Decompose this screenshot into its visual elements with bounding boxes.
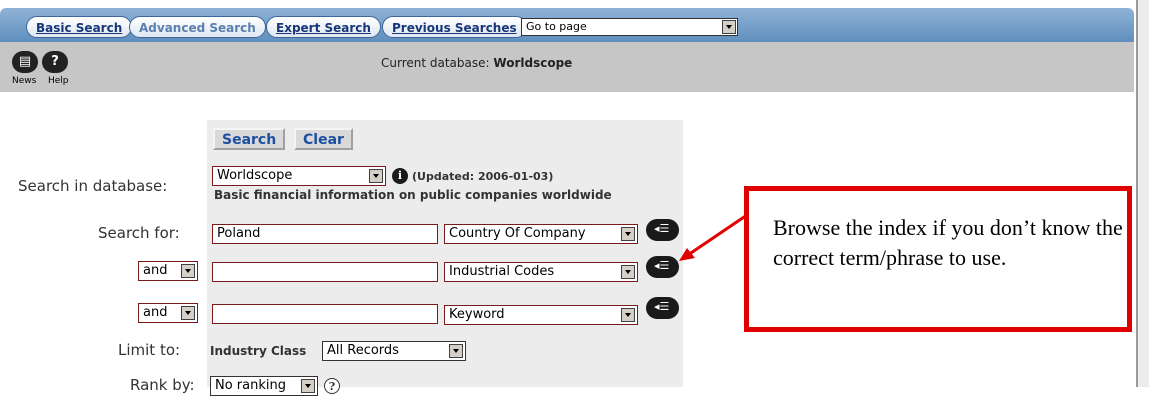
- tab-basic-search[interactable]: Basic Search: [26, 16, 133, 38]
- chevron-down-icon[interactable]: [722, 20, 736, 34]
- chevron-down-icon[interactable]: [621, 265, 635, 279]
- operator-2-select[interactable]: and: [138, 261, 198, 281]
- annotation-callout: Browse the index if you don’t know the c…: [744, 186, 1132, 332]
- chevron-down-icon[interactable]: [369, 169, 383, 183]
- industry-class-select[interactable]: All Records: [322, 341, 466, 361]
- chevron-down-icon[interactable]: [621, 227, 635, 241]
- tab-bar: Basic Search Advanced Search Expert Sear…: [0, 8, 1134, 42]
- industry-class-label: Industry Class: [210, 344, 307, 358]
- search-field-3-value: Keyword: [449, 307, 505, 322]
- database-select[interactable]: Worldscope: [212, 166, 386, 186]
- search-field-2-select[interactable]: Industrial Codes: [444, 262, 638, 282]
- current-db-label: Current database:: [381, 56, 490, 70]
- search-field-2-value: Industrial Codes: [449, 264, 555, 279]
- callout-arrow: [679, 213, 748, 261]
- rank-select[interactable]: No ranking: [210, 376, 318, 396]
- search-field-1-value: Country Of Company: [449, 226, 586, 241]
- browse-index-icon[interactable]: ◂☰: [646, 297, 679, 319]
- goto-page-select[interactable]: Go to page: [521, 18, 738, 36]
- chevron-down-icon[interactable]: [301, 379, 315, 393]
- help-icon[interactable]: ?: [324, 378, 340, 394]
- tab-expert-search[interactable]: Expert Search: [266, 16, 381, 38]
- chevron-down-icon[interactable]: [449, 344, 463, 358]
- rank-value: No ranking: [215, 378, 286, 393]
- search-field-3-select[interactable]: Keyword: [444, 305, 638, 325]
- current-db-value: Worldscope: [493, 56, 573, 70]
- db-description: Basic financial information on public co…: [214, 188, 612, 202]
- search-button[interactable]: Search: [213, 128, 286, 150]
- industry-class-value: All Records: [327, 343, 399, 358]
- clear-button[interactable]: Clear: [294, 128, 353, 150]
- chevron-down-icon[interactable]: [181, 306, 195, 320]
- search-term-1-input[interactable]: Poland: [212, 224, 438, 244]
- operator-2-value: and: [143, 263, 168, 278]
- limit-label: Limit to:: [118, 341, 181, 359]
- search-field-1-select[interactable]: Country Of Company: [444, 224, 638, 244]
- help-label: Help: [48, 76, 69, 86]
- operator-3-select[interactable]: and: [138, 303, 198, 323]
- search-term-2-input[interactable]: [212, 262, 438, 282]
- current-database: Current database: Worldscope: [381, 56, 572, 70]
- db-label: Search in database:: [18, 177, 168, 195]
- rank-label: Rank by:: [130, 376, 195, 394]
- search-term-3-input[interactable]: [212, 304, 438, 324]
- database-select-value: Worldscope: [217, 168, 293, 183]
- search-for-label: Search for:: [98, 224, 180, 242]
- info-icon[interactable]: i: [392, 168, 408, 184]
- chevron-down-icon[interactable]: [621, 308, 635, 322]
- operator-3-value: and: [143, 305, 168, 320]
- news-icon[interactable]: ▤: [12, 51, 38, 73]
- scrollbar[interactable]: [1136, 0, 1149, 387]
- goto-page-value: Go to page: [526, 20, 587, 33]
- help-icon[interactable]: ?: [42, 51, 68, 73]
- toolbar: ▤ ? News Help Current database: Worldsco…: [0, 42, 1134, 92]
- chevron-down-icon[interactable]: [181, 264, 195, 278]
- tab-advanced-search[interactable]: Advanced Search: [129, 16, 266, 38]
- tab-previous-searches[interactable]: Previous Searches: [382, 16, 527, 38]
- db-updated: (Updated: 2006-01-03): [412, 170, 554, 183]
- news-label: News: [12, 76, 37, 86]
